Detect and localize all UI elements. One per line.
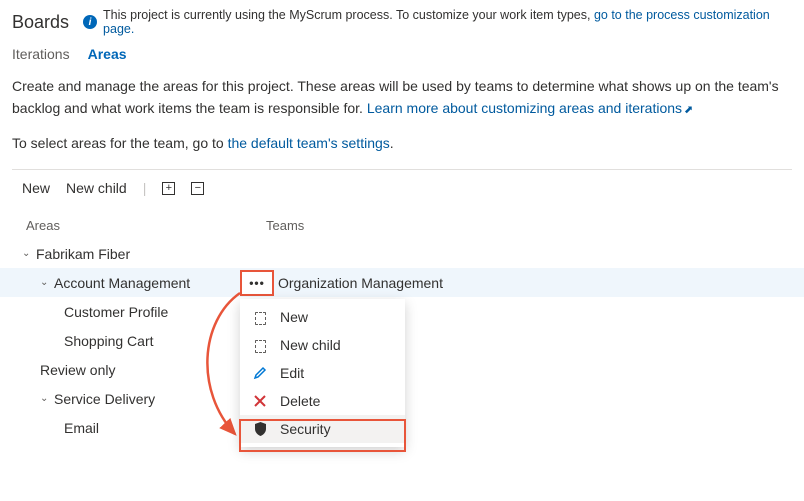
learn-more-link[interactable]: Learn more about customizing areas and i… [367, 100, 682, 116]
area-label: Shopping Cart [64, 333, 154, 349]
menu-item-edit[interactable]: Edit [240, 359, 405, 387]
new-button[interactable]: New [22, 180, 50, 196]
context-menu: New New child Edit Delete Security [240, 299, 405, 447]
tree-row-root[interactable]: ⌄ Fabrikam Fiber [0, 239, 804, 268]
area-label: Review only [40, 362, 115, 378]
page-title: Boards [12, 12, 69, 33]
edit-icon [252, 366, 268, 380]
menu-label: Delete [280, 393, 320, 409]
areas-tree: ⌄ Fabrikam Fiber ⌄ Account Management ••• … [0, 239, 804, 452]
menu-item-new-child[interactable]: New child [240, 331, 405, 359]
external-link-icon: ⬈ [684, 104, 693, 116]
area-label: Fabrikam Fiber [36, 246, 130, 262]
menu-label: New child [280, 337, 341, 353]
toolbar-divider: | [143, 180, 147, 196]
area-label: Customer Profile [64, 304, 168, 320]
collapse-all-icon[interactable]: − [191, 182, 204, 195]
column-teams: Teams [266, 218, 304, 233]
info-icon: i [83, 15, 97, 29]
more-actions-button[interactable]: ••• [240, 270, 274, 296]
area-label: Email [64, 420, 99, 436]
menu-item-security[interactable]: Security [240, 415, 405, 443]
delete-icon [252, 395, 268, 407]
menu-label: Security [280, 421, 331, 437]
chevron-down-icon[interactable]: ⌄ [22, 248, 32, 259]
expand-all-icon[interactable]: + [162, 182, 175, 195]
new-child-button[interactable]: New child [66, 180, 127, 196]
new-child-icon [252, 339, 268, 352]
info-banner: i This project is currently using the My… [83, 8, 792, 36]
area-label: Account Management [54, 275, 190, 291]
teams-cell: Organization Management [278, 275, 804, 291]
tree-row-account-management[interactable]: ⌄ Account Management ••• Organization Man… [0, 268, 804, 297]
menu-label: Edit [280, 365, 304, 381]
column-areas: Areas [26, 218, 266, 233]
default-team-settings-link[interactable]: the default team's settings [228, 135, 390, 151]
tab-areas[interactable]: Areas [88, 46, 127, 62]
ellipsis-icon: ••• [249, 276, 265, 290]
new-icon [252, 311, 268, 324]
column-headers: Areas Teams [0, 206, 804, 239]
area-label: Service Delivery [54, 391, 155, 407]
chevron-down-icon[interactable]: ⌄ [40, 277, 50, 288]
shield-icon [252, 422, 268, 436]
menu-label: New [280, 309, 308, 325]
desc-p2-text: To select areas for the team, go to [12, 135, 228, 151]
menu-item-delete[interactable]: Delete [240, 387, 405, 415]
banner-text: This project is currently using the MySc… [103, 8, 594, 22]
description-p1: Create and manage the areas for this pro… [12, 76, 792, 119]
tab-bar: Iterations Areas [0, 42, 804, 76]
desc-p2-period: . [390, 135, 394, 151]
tab-iterations[interactable]: Iterations [12, 46, 70, 62]
description-p2: To select areas for the team, go to the … [12, 133, 792, 155]
chevron-down-icon[interactable]: ⌄ [40, 393, 50, 404]
menu-item-new[interactable]: New [240, 303, 405, 331]
